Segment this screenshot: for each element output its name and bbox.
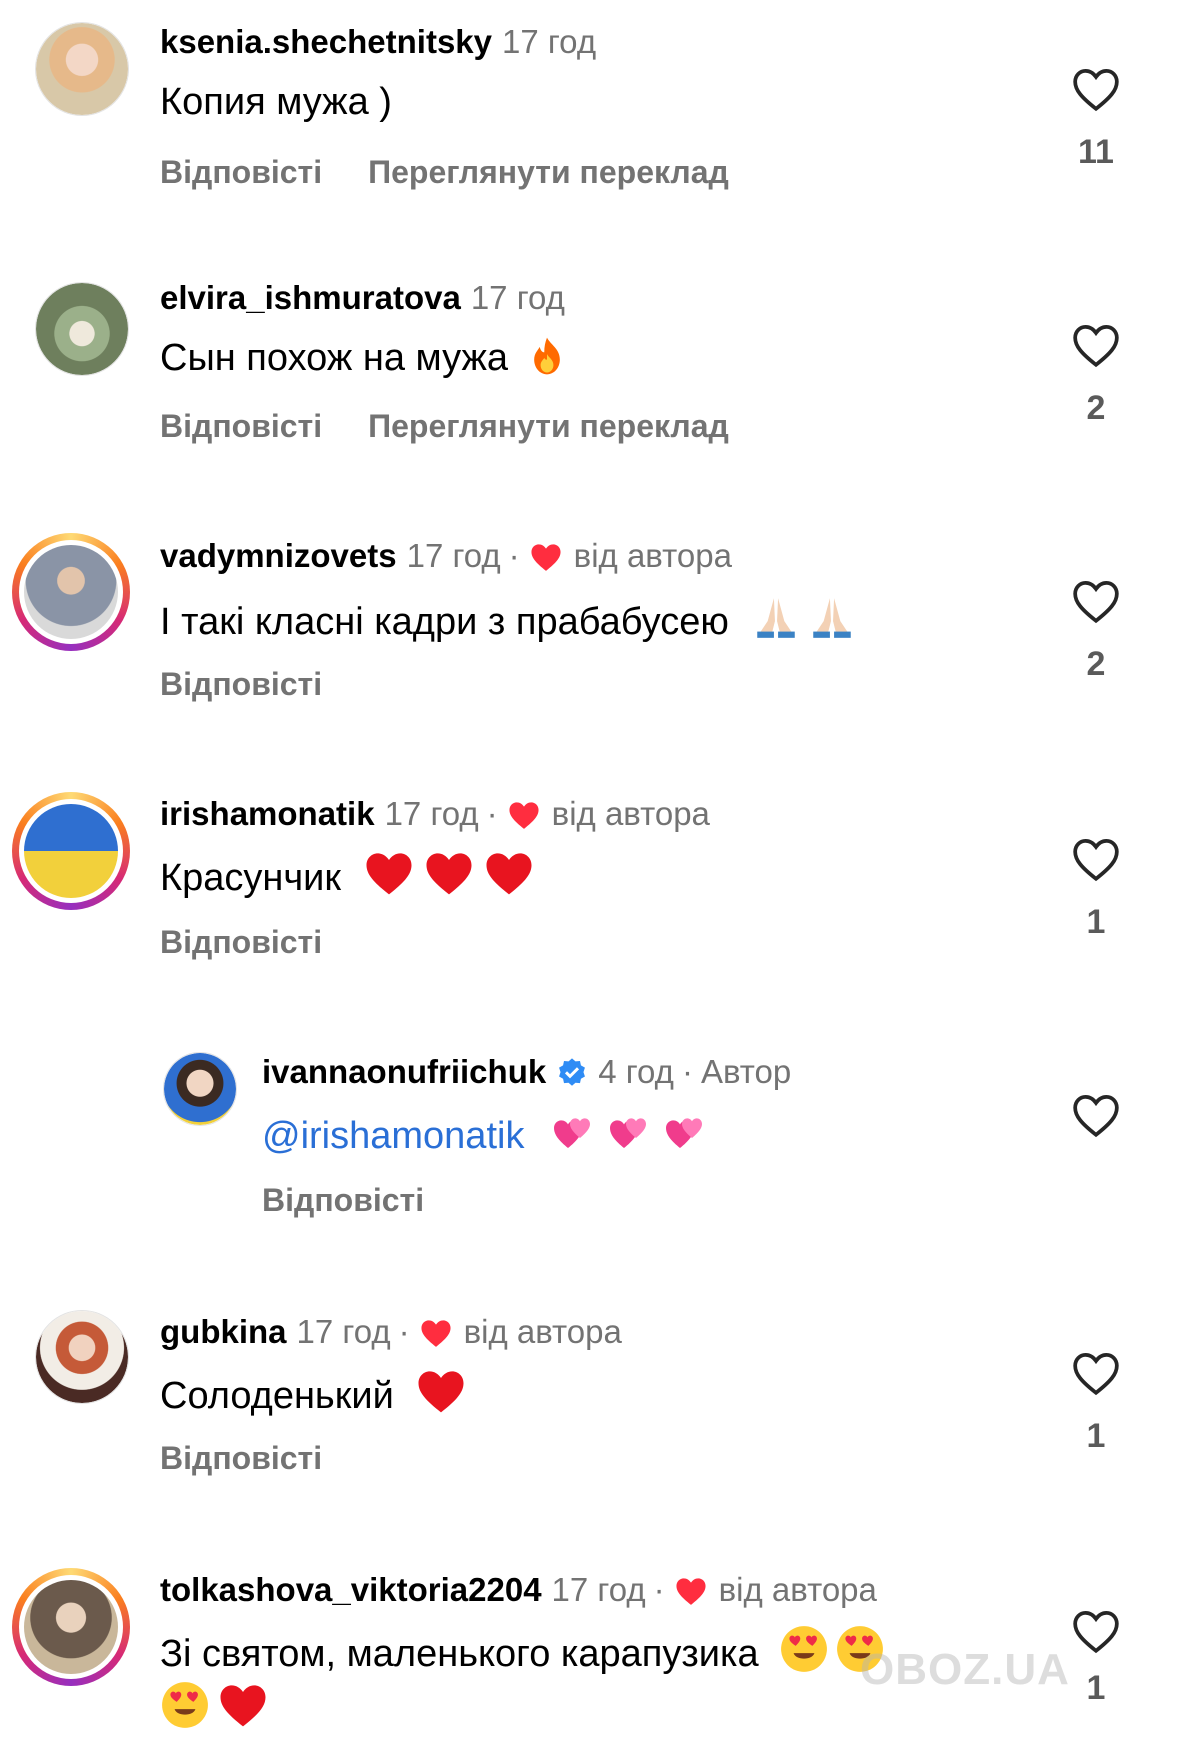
heart-outline-icon (1073, 1610, 1119, 1654)
username[interactable]: vadymnizovets (160, 537, 397, 574)
liked-by-author-label: від автора (573, 537, 732, 574)
comment-text-line-2 (160, 1680, 276, 1730)
like-count: 11 (1078, 133, 1114, 171)
reply-button[interactable]: Відповісті (160, 154, 322, 190)
heart-outline-icon (1073, 580, 1119, 624)
see-translation-button[interactable]: Переглянути переклад (368, 154, 729, 190)
heart-filled-icon (531, 544, 561, 571)
like-button[interactable]: 2 (1066, 322, 1126, 428)
username[interactable]: ksenia.shechetnitsky (160, 23, 492, 60)
comment-time: 4 год (598, 1053, 674, 1090)
heart-filled-icon (676, 1578, 706, 1605)
like-button[interactable]: 1 (1066, 1350, 1126, 1456)
avatar[interactable] (163, 1052, 237, 1126)
liked-by-author-label: від автора (718, 1571, 877, 1608)
two-hearts-emoji (549, 1108, 717, 1160)
red-heart-emoji (220, 1685, 266, 1727)
reply-button[interactable]: Відповісті (160, 408, 322, 444)
comment-time: 17 год (384, 795, 479, 832)
avatar-story-ring[interactable] (12, 1568, 130, 1686)
reply-button[interactable]: Відповісті (160, 924, 322, 960)
comment-time: 17 год (502, 23, 597, 60)
pray-emoji (751, 592, 863, 646)
like-count: 2 (1086, 645, 1106, 683)
heart-outline-icon (1073, 1352, 1119, 1396)
like-button[interactable]: 2 (1066, 578, 1126, 684)
mention-link[interactable]: @irishamonatik (262, 1115, 524, 1157)
like-button[interactable]: 1 (1066, 1608, 1126, 1708)
username[interactable]: gubkina (160, 1313, 287, 1350)
comment-text: І такі класні кадри з прабабусею (160, 601, 729, 643)
heart-filled-icon (509, 802, 539, 829)
comment-time: 17 год (551, 1571, 646, 1608)
heart-outline-icon (1073, 68, 1119, 112)
heart-outline-icon (1073, 838, 1119, 882)
heart-filled-icon (421, 1320, 451, 1347)
liked-by-author-label: від автора (463, 1313, 622, 1350)
reply-button[interactable]: Відповісті (262, 1182, 424, 1218)
red-heart-emoji (362, 848, 542, 902)
like-count: 2 (1086, 389, 1106, 427)
heart-outline-icon (1073, 1094, 1119, 1138)
avatar-story-ring[interactable] (12, 792, 130, 910)
see-translation-button[interactable]: Переглянути переклад (368, 408, 729, 444)
heart-eyes-emoji (162, 1682, 208, 1728)
like-button[interactable]: 11 (1066, 66, 1126, 172)
avatar-story-ring[interactable] (12, 533, 130, 651)
avatar[interactable] (35, 1310, 129, 1404)
comment-text: Зі святом, маленького карапузика (160, 1633, 759, 1675)
comment-time: 17 год (296, 1313, 391, 1350)
username[interactable]: elvira_ishmuratova (160, 279, 461, 316)
like-button[interactable]: 1 (1066, 836, 1126, 942)
like-count: 1 (1086, 1669, 1106, 1707)
like-button[interactable] (1066, 1092, 1126, 1138)
reply-button[interactable]: Відповісті (160, 1440, 322, 1476)
reply-button[interactable]: Відповісті (160, 666, 322, 702)
red-heart-emoji (418, 1371, 464, 1413)
like-count: 1 (1086, 1417, 1106, 1455)
comment-text: Сын похож на мужа (160, 337, 509, 379)
verified-badge-icon (559, 1058, 586, 1086)
avatar[interactable] (35, 22, 129, 116)
fire-emoji (533, 337, 560, 375)
liked-by-author-label: від автора (551, 795, 710, 832)
comment-text: Копия мужа ) (160, 81, 392, 123)
username[interactable]: tolkashova_viktoria2204 (160, 1571, 542, 1608)
comment-time: 17 год (470, 279, 565, 316)
heart-outline-icon (1073, 324, 1119, 368)
watermark: OBOZ.UA (860, 1645, 1070, 1694)
like-count: 1 (1086, 903, 1106, 941)
comment-text: Солоденький (160, 1375, 394, 1417)
author-badge: Автор (700, 1053, 792, 1090)
username[interactable]: irishamonatik (160, 795, 375, 832)
avatar[interactable] (35, 282, 129, 376)
username[interactable]: ivannaonufriichuk (262, 1053, 546, 1090)
comment-text: Красунчик (160, 857, 342, 899)
comment-time: 17 год (406, 537, 501, 574)
